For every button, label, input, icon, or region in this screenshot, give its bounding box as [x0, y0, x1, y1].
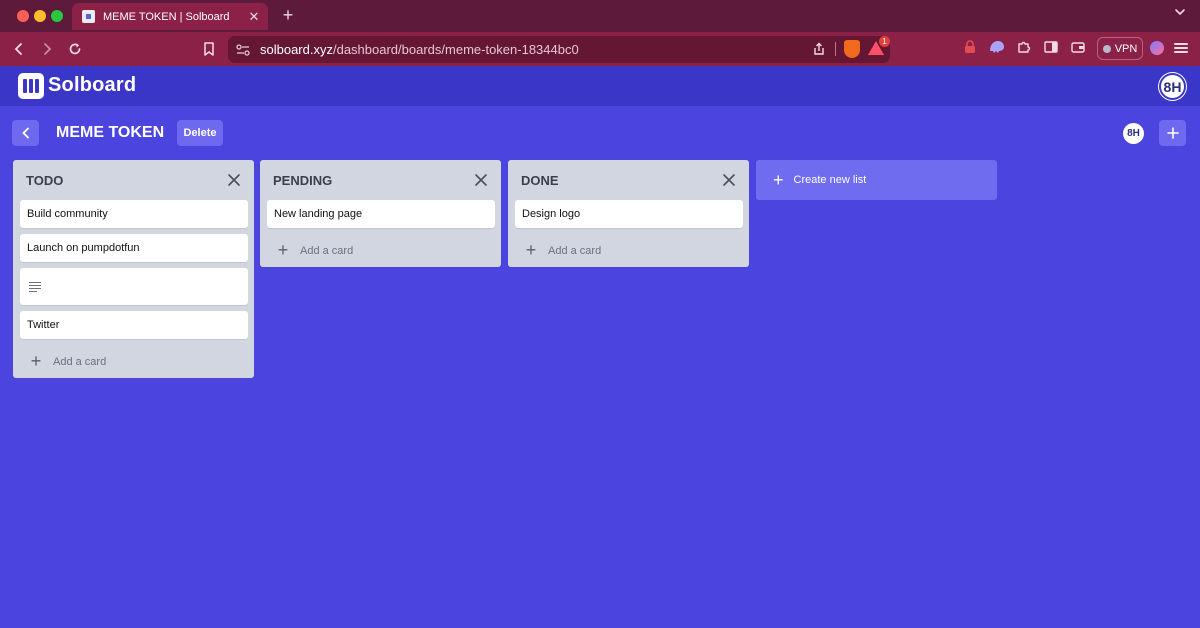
solboard-logo-icon[interactable]: [18, 73, 44, 99]
board-member-avatar[interactable]: 8H: [1123, 123, 1144, 144]
browser-tab[interactable]: MEME TOKEN | Solboard ✕: [72, 3, 268, 30]
close-list-icon[interactable]: [721, 172, 737, 188]
close-list-icon[interactable]: [473, 172, 489, 188]
chevron-left-icon: [21, 127, 29, 139]
add-card-label: Add a card: [300, 244, 354, 257]
plus-icon: +: [277, 240, 289, 260]
list-title: PENDING: [273, 173, 333, 188]
card[interactable]: New landing page: [267, 200, 495, 228]
sidebar-toggle-icon[interactable]: [1043, 39, 1059, 55]
vpn-status-icon: [1102, 44, 1111, 53]
plus-icon: +: [30, 351, 42, 371]
create-list-button[interactable]: + Create new list: [756, 160, 997, 200]
user-avatar[interactable]: 8H: [1159, 73, 1186, 100]
card[interactable]: [20, 268, 248, 305]
lock-extension-icon[interactable]: [962, 39, 978, 55]
browser-toolbar: solboard.xyz/dashboard/boards/meme-token…: [0, 32, 1200, 66]
brave-rewards-icon[interactable]: 1: [868, 36, 890, 57]
add-card-label: Add a card: [53, 355, 107, 368]
add-card-label: Add a card: [548, 244, 602, 257]
list-title: DONE: [521, 173, 559, 188]
forward-arrow-icon[interactable]: [36, 38, 58, 60]
address-bar[interactable]: solboard.xyz/dashboard/boards/meme-token…: [228, 36, 890, 63]
url-divider: [835, 42, 836, 56]
browser-tab-bar: MEME TOKEN | Solboard ✕ +: [0, 0, 1200, 32]
rewards-badge: 1: [879, 36, 890, 47]
add-card-button[interactable]: + Add a card: [260, 234, 501, 267]
window-close-button[interactable]: [17, 10, 29, 22]
plus-icon: +: [525, 240, 537, 260]
new-tab-button[interactable]: +: [280, 5, 296, 25]
bookmark-icon[interactable]: [198, 38, 220, 60]
app-header: Solboard 8H: [0, 66, 1200, 106]
tab-close-icon[interactable]: ✕: [244, 9, 264, 25]
card[interactable]: Design logo: [515, 200, 743, 228]
vpn-label: VPN: [1114, 42, 1138, 55]
url-path: /dashboard/boards/meme-token-18344bc0: [332, 42, 579, 57]
browser-menu-icon[interactable]: [1174, 41, 1188, 55]
list-header: PENDING: [260, 160, 501, 200]
list-header: TODO: [13, 160, 254, 200]
card[interactable]: Twitter: [20, 311, 248, 339]
board-title: MEME TOKEN: [56, 124, 165, 141]
plus-icon: +: [773, 169, 784, 190]
vpn-button[interactable]: VPN: [1097, 37, 1143, 60]
list-todo: TODO Build community Launch on pumpdotfu…: [13, 160, 254, 378]
window-zoom-button[interactable]: [51, 10, 63, 22]
back-button[interactable]: [12, 120, 39, 146]
extensions-puzzle-icon[interactable]: [1016, 39, 1032, 55]
url-host: solboard.xyz: [260, 42, 333, 57]
browser-profile-icon[interactable]: [1150, 41, 1164, 55]
card[interactable]: Launch on pumpdotfun: [20, 234, 248, 262]
create-list-label: Create new list: [793, 174, 867, 186]
close-list-icon[interactable]: [226, 172, 242, 188]
brave-shields-icon[interactable]: [844, 40, 860, 58]
add-card-button[interactable]: + Add a card: [508, 234, 749, 267]
reload-icon[interactable]: [64, 38, 86, 60]
share-icon[interactable]: [811, 41, 827, 57]
list-header: DONE: [508, 160, 749, 200]
wallet-icon[interactable]: [1070, 39, 1086, 55]
description-icon: [29, 282, 41, 292]
window-minimize-button[interactable]: [34, 10, 46, 22]
tab-list-chevron-icon[interactable]: [1174, 6, 1186, 21]
list-pending: PENDING New landing page + Add a card: [260, 160, 501, 267]
list-done: DONE Design logo + Add a card: [508, 160, 749, 267]
tab-title: MEME TOKEN | Solboard: [103, 10, 230, 23]
add-card-button[interactable]: + Add a card: [13, 345, 254, 378]
favicon-icon: [82, 10, 95, 23]
delete-board-button[interactable]: Delete: [177, 120, 223, 146]
add-member-button[interactable]: [1159, 120, 1186, 146]
site-settings-icon[interactable]: [234, 41, 252, 59]
list-title: TODO: [26, 173, 64, 188]
extension-icons: [962, 39, 1086, 55]
phantom-wallet-icon[interactable]: [989, 39, 1005, 55]
back-arrow-icon[interactable]: [8, 38, 30, 60]
plus-icon: [1166, 127, 1179, 139]
app-logo-text[interactable]: Solboard: [48, 74, 136, 97]
card[interactable]: Build community: [20, 200, 248, 228]
